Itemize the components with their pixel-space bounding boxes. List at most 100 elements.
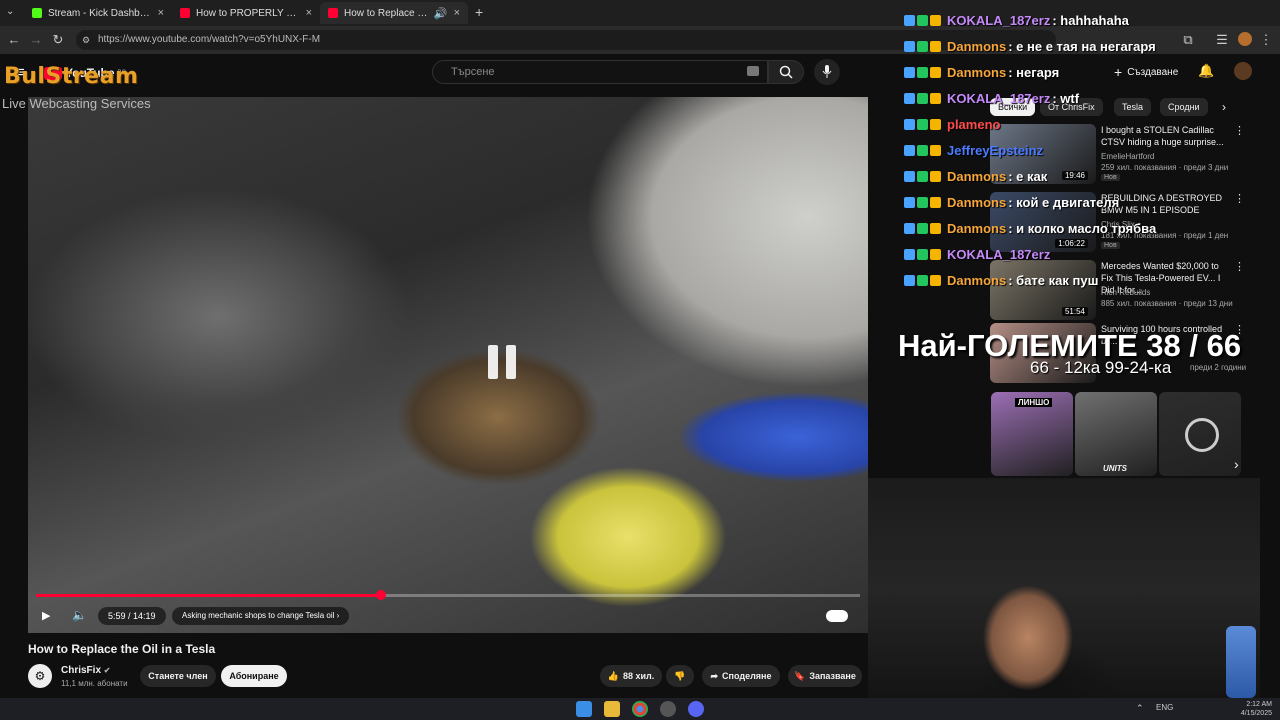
tab-close-icon[interactable]: × xyxy=(454,7,460,19)
play-icon[interactable]: ▶ xyxy=(42,609,50,622)
more-options-icon[interactable]: ⋮ xyxy=(1234,124,1245,137)
chat-username: JeffreyEpsteinz xyxy=(947,142,1044,158)
reload-icon[interactable]: ↻ xyxy=(50,32,66,48)
search-input[interactable]: Търсене xyxy=(432,60,768,84)
chat-username: Danmons xyxy=(947,272,1007,288)
site-info-icon[interactable]: ⚙ xyxy=(82,30,90,50)
bulstream-subtitle: Live Webcasting Services xyxy=(2,96,151,111)
tab-close-icon[interactable]: × xyxy=(158,7,164,19)
share-button[interactable]: ➦ Споделяне xyxy=(702,665,780,687)
discord-icon[interactable] xyxy=(688,701,704,717)
more-options-icon[interactable]: ⋮ xyxy=(1234,260,1245,273)
chat-badge-icon xyxy=(917,118,928,130)
video-title: How to Replace the Oil in a Tesla xyxy=(28,642,216,656)
autoplay-toggle[interactable] xyxy=(826,610,848,622)
video-player[interactable]: ▶ 🔈 5:59 / 14:19 Asking mechanic shops t… xyxy=(28,97,868,633)
chat-message: KOKALA_187erz xyxy=(904,244,1050,264)
chapter-label: Asking mechanic shops to change Tesla oi… xyxy=(182,611,335,620)
chat-badge-icon xyxy=(917,222,928,234)
tab-kick-dashboard[interactable]: Stream - Kick Dashboard × xyxy=(24,2,172,24)
chat-text: : hahhahaha xyxy=(1052,12,1129,28)
video-duration: 1:06:22 xyxy=(1055,239,1088,248)
chat-message: JeffreyEpsteinz xyxy=(904,140,1043,160)
progress-bar[interactable] xyxy=(36,590,860,600)
system-clock[interactable]: 2:12 AM 4/15/2025 xyxy=(1241,700,1272,718)
file-explorer-icon[interactable] xyxy=(604,701,620,717)
chat-username: plameno xyxy=(947,116,1001,132)
chips-next-chevron-icon[interactable]: › xyxy=(1222,100,1226,114)
tray-chevron-icon[interactable]: ⌃ xyxy=(1136,703,1144,714)
chat-badge-icon xyxy=(930,144,941,156)
chat-text: : и колко масло трябва xyxy=(1008,220,1157,236)
profile-menu-icon[interactable]: ☰ xyxy=(1214,32,1230,48)
share-label: Споделяне xyxy=(722,671,772,681)
chat-badge-icon xyxy=(917,14,928,26)
chat-message: KOKALA_187erz : hahhahaha xyxy=(904,10,1129,30)
pause-icon[interactable] xyxy=(488,345,522,383)
time-display: 5:59 / 14:19 xyxy=(98,607,166,625)
chat-badge-icon xyxy=(930,40,941,52)
speaker-icon[interactable]: 🔊 xyxy=(434,7,448,20)
chat-badge-icon xyxy=(917,274,928,286)
back-arrow-icon[interactable]: ← xyxy=(6,32,22,47)
tab-search-icon[interactable]: ⌄ xyxy=(6,6,14,17)
search-icon xyxy=(779,65,793,79)
short-thumbnail[interactable]: UNITS xyxy=(1075,392,1157,476)
chapter-title[interactable]: Asking mechanic shops to change Tesla oi… xyxy=(172,607,350,625)
subscribe-button[interactable]: Абониране xyxy=(221,665,287,687)
tab-youtube-properly[interactable]: How to PROPERLY Replace a Fo × xyxy=(172,2,320,24)
video-duration: 19:46 xyxy=(1061,171,1088,180)
create-button[interactable]: + Създаване xyxy=(1114,64,1178,80)
forward-arrow-icon[interactable]: → xyxy=(28,32,44,47)
chat-badge-icon xyxy=(930,92,941,104)
chip-tesla[interactable]: Tesla xyxy=(1114,98,1152,116)
chat-username: KOKALA_187erz xyxy=(947,12,1051,28)
join-button[interactable]: Станете член xyxy=(140,665,216,687)
new-badge: Нов xyxy=(1101,242,1120,249)
verified-check-icon: ✔ xyxy=(103,666,111,675)
video-duration: 51:54 xyxy=(1061,307,1088,316)
chrome-icon[interactable] xyxy=(632,701,648,717)
youtube-favicon-icon xyxy=(328,8,338,18)
channel-name[interactable]: ChrisFix ✔ xyxy=(61,665,111,676)
chat-badge-icon xyxy=(904,274,915,286)
chip-related[interactable]: Сродни xyxy=(1160,98,1208,116)
voice-search-button[interactable] xyxy=(814,59,840,85)
more-options-icon[interactable]: ⋮ xyxy=(1234,192,1245,205)
chat-badge-icon xyxy=(930,118,941,130)
short-thumbnail[interactable]: ЛИНШО xyxy=(991,392,1073,476)
volume-icon[interactable]: 🔈 xyxy=(72,608,87,622)
input-language[interactable]: ENG xyxy=(1156,703,1173,712)
shorts-next-chevron-icon[interactable]: › xyxy=(1234,456,1239,472)
chat-username: Danmons xyxy=(947,220,1007,236)
chat-badge-icon xyxy=(904,248,915,260)
tab-youtube-oil-tesla[interactable]: How to Replace the Oil in a 🔊 × xyxy=(320,2,468,24)
new-badge: Нов xyxy=(1101,174,1120,181)
browser-menu-icon[interactable]: ⋮ xyxy=(1258,32,1274,48)
save-button[interactable]: 🔖 Запазване xyxy=(788,665,862,687)
progress-scrubber-handle[interactable] xyxy=(375,590,386,600)
extensions-icon[interactable]: ⧉ xyxy=(1180,32,1196,48)
chat-username: Danmons xyxy=(947,38,1007,54)
keyboard-icon[interactable] xyxy=(747,66,759,76)
obs-icon[interactable] xyxy=(660,701,676,717)
tab-title: Stream - Kick Dashboard xyxy=(48,7,152,19)
chat-badge-icon xyxy=(904,66,915,78)
chat-badge-icon xyxy=(917,248,928,260)
create-label: Създаване xyxy=(1127,66,1179,78)
short-thumbnail[interactable] xyxy=(1159,392,1241,476)
chat-message: Danmons : негаря xyxy=(904,62,1059,82)
notifications-bell-icon[interactable]: 🔔 xyxy=(1198,63,1214,79)
channel-avatar[interactable]: ⚙ xyxy=(28,664,52,688)
tab-close-icon[interactable]: × xyxy=(306,7,312,19)
tab-title: How to Replace the Oil in a xyxy=(344,7,428,19)
account-avatar[interactable] xyxy=(1234,62,1252,80)
like-button[interactable]: 👍 88 хил. xyxy=(600,665,662,687)
profile-avatar[interactable] xyxy=(1238,32,1252,46)
new-tab-button[interactable]: + xyxy=(475,4,483,20)
windows-start-icon[interactable] xyxy=(576,701,592,717)
search-button[interactable] xyxy=(768,60,804,84)
chat-message: Danmons : бате как пуш xyxy=(904,270,1098,290)
dislike-button[interactable]: 👎 xyxy=(666,665,694,687)
chat-username: KOKALA_187erz xyxy=(947,90,1051,106)
